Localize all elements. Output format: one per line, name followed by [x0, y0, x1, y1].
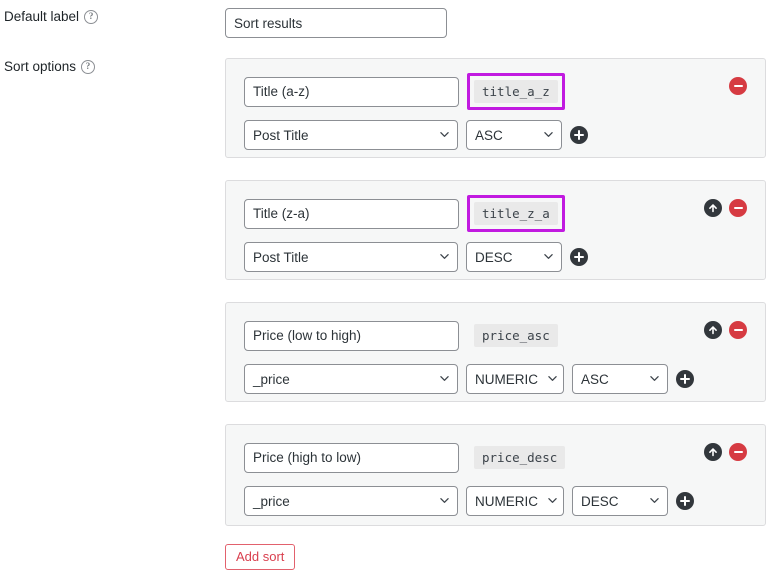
plus-circle-icon[interactable]: [676, 370, 694, 388]
arrow-up-circle-icon[interactable]: [704, 321, 722, 339]
default-label-row: Default label ?: [0, 8, 768, 38]
orderby-select[interactable]: Post Title: [244, 120, 458, 150]
orderby-select[interactable]: _price: [244, 364, 458, 394]
orderby-select-value: _price: [253, 371, 290, 387]
panel-actions: [704, 321, 747, 339]
remove-circle-icon[interactable]: [729, 77, 747, 95]
chevron-down-icon: [544, 132, 553, 137]
meta-type-select-value: NUMERIC: [475, 493, 538, 509]
chevron-down-icon: [440, 376, 449, 381]
order-select-value: ASC: [475, 127, 503, 143]
sort-option-label-line: title_z_a: [244, 195, 765, 232]
orderby-select-value: Post Title: [253, 249, 309, 265]
chevron-down-icon: [548, 498, 557, 503]
plus-circle-icon[interactable]: [676, 492, 694, 510]
chevron-down-icon: [544, 254, 553, 259]
meta-type-select[interactable]: NUMERIC: [466, 364, 564, 394]
sort-label-input[interactable]: [244, 442, 459, 473]
order-select-value: ASC: [581, 371, 609, 387]
chevron-down-icon: [650, 498, 659, 503]
sort-label-input[interactable]: [244, 320, 459, 351]
sort-slug-badge: price_asc: [474, 324, 558, 347]
order-select-value: DESC: [475, 249, 513, 265]
add-sort-button[interactable]: Add sort: [225, 544, 296, 570]
chevron-down-icon: [440, 498, 449, 503]
sort-options-label: Sort options ?: [0, 58, 225, 75]
chevron-down-icon: [548, 376, 557, 381]
sort-slug-highlight: price_desc: [467, 439, 572, 476]
order-select[interactable]: DESC: [466, 242, 562, 272]
sort-label-input[interactable]: [244, 76, 459, 107]
chevron-down-icon: [440, 132, 449, 137]
sort-option-label-line: title_a_z: [244, 73, 765, 110]
panel-actions: [704, 199, 747, 217]
panel-actions: [704, 443, 747, 461]
default-label-input[interactable]: [225, 8, 447, 38]
panel-actions: [729, 77, 747, 95]
sort-label-input[interactable]: [244, 198, 459, 229]
remove-circle-icon[interactable]: [729, 321, 747, 339]
orderby-select-value: Post Title: [253, 127, 309, 143]
sort-slug-badge: price_desc: [474, 446, 566, 469]
meta-type-select-value: NUMERIC: [475, 371, 538, 387]
order-select-value: DESC: [581, 493, 619, 509]
order-select[interactable]: ASC: [466, 120, 562, 150]
question-mark-circle-icon[interactable]: ?: [81, 59, 96, 74]
sort-slug-highlight: title_a_z: [467, 73, 565, 110]
sort-option-label-line: price_asc: [244, 317, 765, 354]
question-mark-circle-icon[interactable]: ?: [84, 9, 99, 24]
default-label-label: Default label ?: [0, 8, 225, 25]
sort-slug-highlight: price_asc: [467, 317, 565, 354]
sort-option-select-line: _price NUMERIC DESC: [244, 486, 765, 516]
chevron-down-icon: [440, 254, 449, 259]
remove-circle-icon[interactable]: [729, 443, 747, 461]
order-select[interactable]: ASC: [572, 364, 668, 394]
chevron-down-icon: [650, 376, 659, 381]
default-label-text: Default label: [4, 9, 80, 24]
sort-slug-highlight: title_z_a: [467, 195, 565, 232]
meta-type-select[interactable]: NUMERIC: [466, 486, 564, 516]
arrow-up-circle-icon[interactable]: [704, 199, 722, 217]
order-select[interactable]: DESC: [572, 486, 668, 516]
sort-option-panel: price_asc _price NUMERIC ASC: [225, 302, 766, 402]
sort-option-select-line: Post Title ASC: [244, 120, 765, 150]
sort-options-text: Sort options: [4, 59, 77, 74]
plus-circle-icon[interactable]: [570, 248, 588, 266]
sort-option-panel: price_desc _price NUMERIC DESC: [225, 424, 766, 526]
sort-slug-badge: title_z_a: [474, 202, 558, 225]
sort-slug-badge: title_a_z: [474, 80, 558, 103]
remove-circle-icon[interactable]: [729, 199, 747, 217]
orderby-select-value: _price: [253, 493, 290, 509]
plus-circle-icon[interactable]: [570, 126, 588, 144]
sort-option-select-line: _price NUMERIC ASC: [244, 364, 765, 394]
sort-option-label-line: price_desc: [244, 439, 765, 476]
sort-option-panel: title_z_a Post Title DESC: [225, 180, 766, 280]
orderby-select[interactable]: _price: [244, 486, 458, 516]
sort-option-panel: title_a_z Post Title ASC: [225, 58, 766, 158]
arrow-up-circle-icon[interactable]: [704, 443, 722, 461]
sort-option-select-line: Post Title DESC: [244, 242, 765, 272]
orderby-select[interactable]: Post Title: [244, 242, 458, 272]
